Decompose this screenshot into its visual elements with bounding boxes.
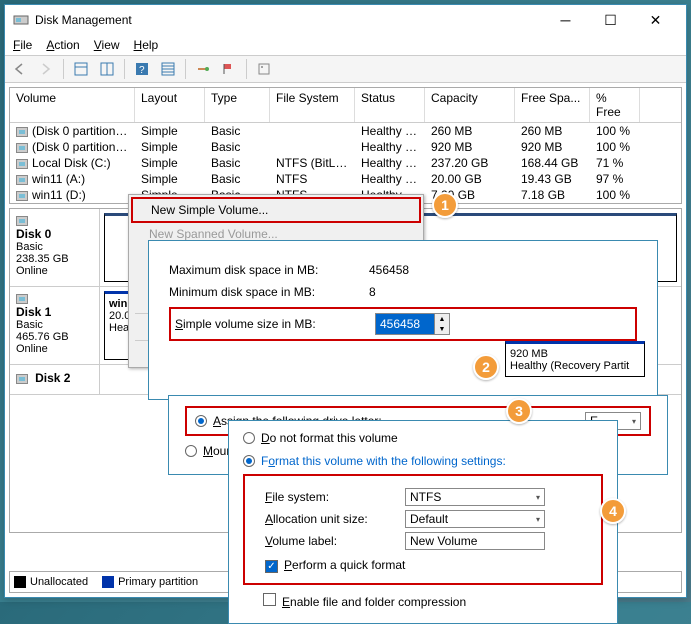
col-capacity[interactable]: Capacity: [425, 88, 515, 122]
menubar: File Action View Help: [5, 35, 686, 55]
recovery-size: 920 MB: [510, 348, 548, 360]
volume-icon: [16, 127, 28, 137]
app-icon: [13, 12, 29, 28]
col-volume[interactable]: Volume: [10, 88, 135, 122]
fs-select[interactable]: NTFS ▾: [405, 488, 545, 506]
menu-view[interactable]: View: [94, 38, 120, 52]
disk-1-size: 465.76 GB: [16, 331, 69, 343]
disk-0-status: Online: [16, 265, 48, 277]
disk-1-type: Basic: [16, 319, 43, 331]
disk-2-name: Disk 2: [35, 371, 70, 385]
spin-up-icon[interactable]: ▲: [435, 314, 449, 324]
col-fs[interactable]: File System: [270, 88, 355, 122]
volume-size-spinner[interactable]: ▲▼: [375, 313, 450, 335]
disk-icon: [16, 294, 28, 304]
fs-label: File system:: [265, 490, 405, 504]
format-radio[interactable]: Format this volume with the following se…: [243, 454, 506, 468]
volume-icon: [16, 191, 28, 201]
partition-recovery[interactable]: 920 MB Healthy (Recovery Partit: [505, 341, 645, 377]
quick-format-label: Perform a quick format: [284, 558, 405, 572]
legend-primary-box: [102, 576, 114, 588]
toolbar: ?: [5, 55, 686, 83]
menu-action[interactable]: Action: [46, 38, 79, 52]
close-button[interactable]: ✕: [633, 6, 678, 34]
col-type[interactable]: Type: [205, 88, 270, 122]
maximize-button[interactable]: ☐: [588, 6, 633, 34]
flag-button[interactable]: [218, 58, 240, 80]
legend-primary: Primary partition: [118, 576, 198, 588]
disk-0-size: 238.35 GB: [16, 253, 69, 265]
disk-2-header: Disk 2: [10, 365, 100, 394]
window-title: Disk Management: [35, 13, 543, 27]
list-button[interactable]: [157, 58, 179, 80]
col-free[interactable]: Free Spa...: [515, 88, 590, 122]
max-size-value: 456458: [369, 263, 479, 277]
menu-help[interactable]: Help: [134, 38, 159, 52]
view-button-1[interactable]: [70, 58, 92, 80]
help-button[interactable]: ?: [131, 58, 153, 80]
callout-badge-4: 4: [600, 498, 626, 524]
chevron-down-icon: ▾: [536, 515, 540, 524]
table-row[interactable]: win11 (A:)SimpleBasicNTFSHealthy (B...20…: [10, 171, 681, 187]
volume-icon: [16, 143, 28, 153]
chevron-down-icon: ▾: [632, 417, 636, 426]
forward-button[interactable]: [35, 58, 57, 80]
disk-0-name: Disk 0: [16, 227, 51, 241]
volume-size-label: Simple volume size in MB:: [175, 317, 375, 331]
disk-icon: [16, 374, 28, 384]
disk-icon: [16, 216, 28, 226]
titlebar: Disk Management ─ ☐ ✕: [5, 5, 686, 35]
disk-1-header: Disk 1 Basic 465.76 GB Online: [10, 287, 100, 364]
volume-table: Volume Layout Type File System Status Ca…: [9, 87, 682, 204]
legend-unalloc-box: [14, 576, 26, 588]
col-pct[interactable]: % Free: [590, 88, 640, 122]
menu-file[interactable]: File: [13, 38, 32, 52]
callout-badge-3: 3: [506, 398, 532, 424]
recovery-status: Healthy (Recovery Partit: [510, 360, 629, 372]
alloc-select[interactable]: Default ▾: [405, 510, 545, 528]
col-status[interactable]: Status: [355, 88, 425, 122]
min-size-value: 8: [369, 285, 479, 299]
fs-value: NTFS: [410, 490, 441, 504]
table-row[interactable]: (Disk 0 partition 1)SimpleBasicHealthy (…: [10, 123, 681, 139]
view-button-2[interactable]: [96, 58, 118, 80]
format-label: Format this volume with the following se…: [261, 454, 506, 468]
legend-unalloc: Unallocated: [30, 576, 88, 588]
disk-0-header: Disk 0 Basic 238.35 GB Online: [10, 209, 100, 286]
quick-format-checkbox[interactable]: ✓: [265, 560, 278, 573]
alloc-label: Allocation unit size:: [265, 512, 405, 526]
max-size-label: Maximum disk space in MB:: [169, 263, 369, 277]
volume-label-input[interactable]: [405, 532, 545, 550]
settings-button[interactable]: [192, 58, 214, 80]
back-button[interactable]: [9, 58, 31, 80]
chevron-down-icon: ▾: [536, 493, 540, 502]
volume-icon: [16, 175, 28, 185]
volume-size-input[interactable]: [375, 313, 435, 335]
alloc-value: Default: [410, 512, 448, 526]
disk-0-type: Basic: [16, 241, 43, 253]
disk-1-name: Disk 1: [16, 305, 51, 319]
col-layout[interactable]: Layout: [135, 88, 205, 122]
volume-size-panel: Maximum disk space in MB: 456458 Minimum…: [148, 240, 658, 400]
table-header: Volume Layout Type File System Status Ca…: [10, 88, 681, 123]
disk-1-status: Online: [16, 343, 48, 355]
spin-down-icon[interactable]: ▼: [435, 324, 449, 334]
callout-badge-1: 1: [432, 192, 458, 218]
table-row[interactable]: (Disk 0 partition 4)SimpleBasicHealthy (…: [10, 139, 681, 155]
minimize-button[interactable]: ─: [543, 6, 588, 34]
compression-label: Enable file and folder compression: [282, 595, 466, 609]
compression-checkbox[interactable]: [263, 593, 276, 606]
format-panel: Do not format this volume Format this vo…: [228, 420, 618, 624]
svg-text:?: ?: [139, 65, 145, 76]
do-not-format-label: Do not format this volume: [261, 431, 398, 445]
do-not-format-radio[interactable]: Do not format this volume: [243, 431, 398, 445]
min-size-label: Minimum disk space in MB:: [169, 285, 369, 299]
volume-icon: [16, 159, 28, 169]
prefs-button[interactable]: [253, 58, 275, 80]
ctx-new-simple-volume[interactable]: New Simple Volume...: [131, 197, 421, 223]
volume-label-label: Volume label:: [265, 534, 405, 548]
callout-badge-2: 2: [473, 354, 499, 380]
table-row[interactable]: Local Disk (C:)SimpleBasicNTFS (BitLo...…: [10, 155, 681, 171]
